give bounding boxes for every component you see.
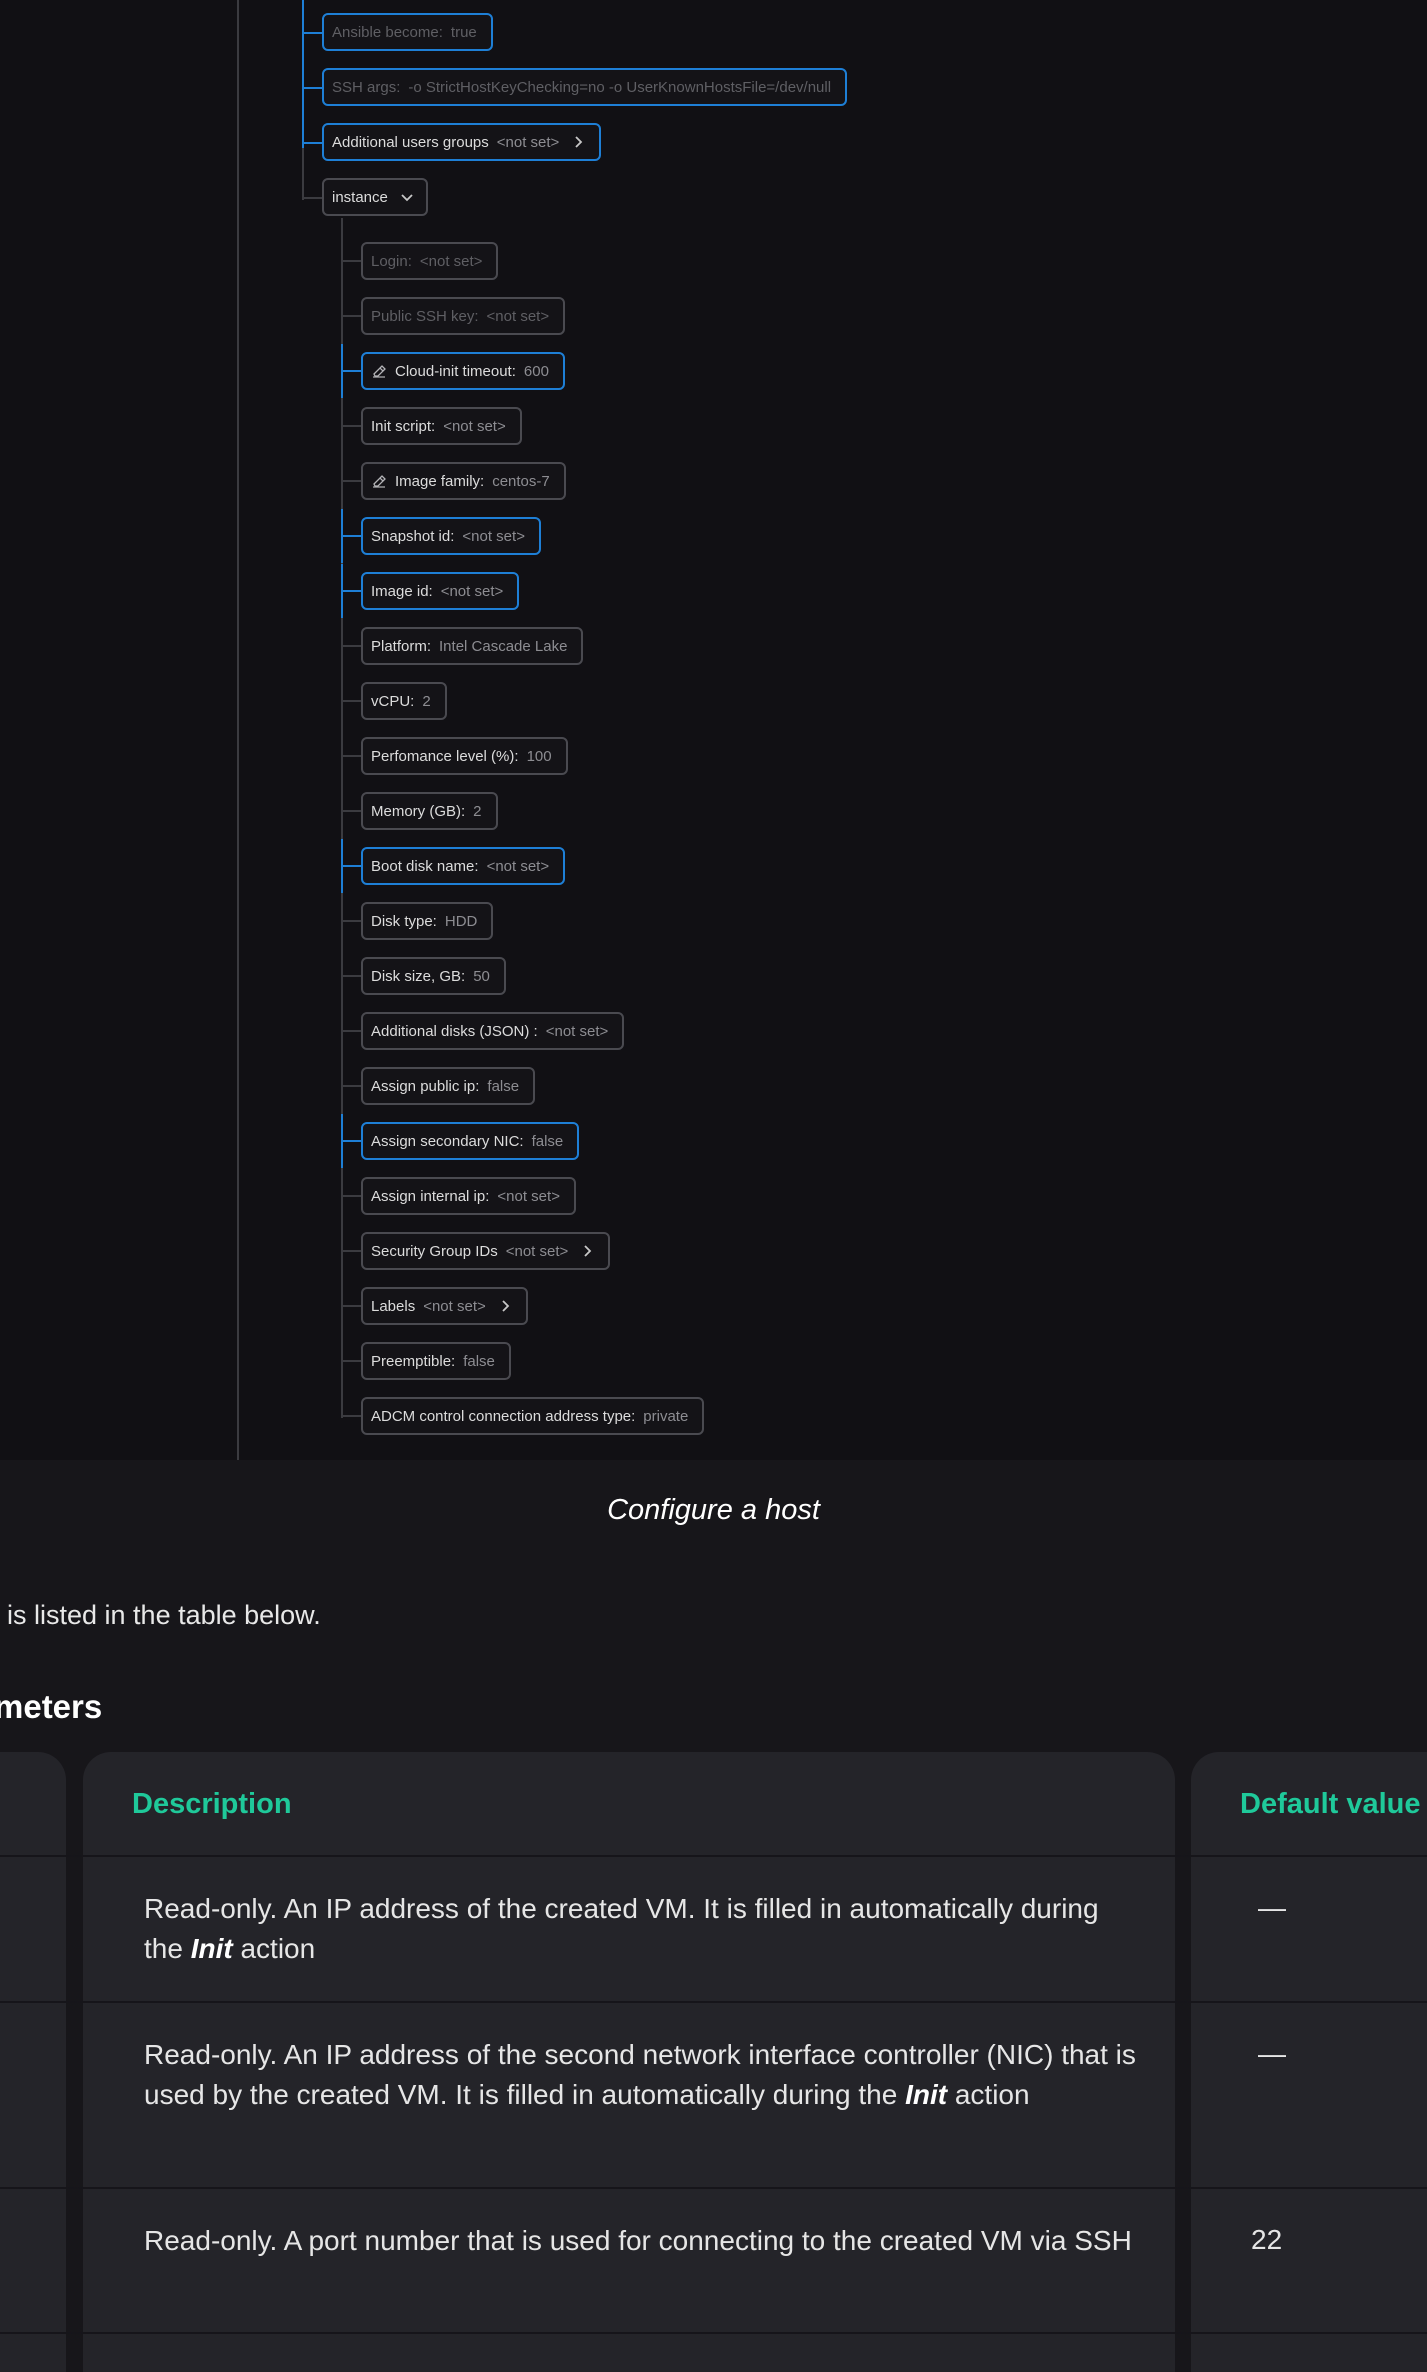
instance-item-public-ssh-key[interactable]: Public SSH key: <not set>: [361, 297, 566, 335]
instance-item-disk-size-gb[interactable]: Disk size, GB: 50: [361, 957, 506, 995]
panel-divider: [237, 0, 239, 1460]
item-label: Labels: [371, 1297, 416, 1315]
item-label: ADCM control connection address type:: [371, 1407, 636, 1425]
instance-item-disk-type[interactable]: Disk type: HDD: [361, 902, 494, 940]
table-row-1-default: —: [1258, 1892, 1286, 1923]
tree-trunk-highlight: [302, 0, 304, 148]
item-value: <not set>: [486, 307, 550, 325]
chevron-right-icon: [584, 1245, 592, 1257]
item-value: <not set>: [462, 527, 525, 545]
header-default-value: Default value: [1240, 1787, 1421, 1820]
table-row-1-description: Read-only. An IP address of the created …: [144, 1893, 1099, 1964]
config-tree-screenshot: Ansible become: true SSH args: -o StrictHo…: [0, 0, 1427, 1460]
item-label: Security Group IDs: [371, 1242, 498, 1260]
intro-paragraph: s is listed in the table below.: [0, 1600, 321, 1630]
item-label: Init script:: [371, 417, 436, 435]
chevron-right-icon: [575, 136, 583, 148]
item-label: Memory (GB):: [371, 802, 466, 820]
instance-item-platform[interactable]: Platform: Intel Cascade Lake: [361, 627, 584, 665]
table-row-3-description: Read-only. A port number that is used fo…: [144, 2225, 1132, 2256]
tree-trunk: [302, 148, 304, 200]
instance-item-vcpu[interactable]: vCPU: 2: [361, 682, 447, 720]
item-label: Image id:: [371, 582, 433, 600]
instance-item-snapshot-id[interactable]: Snapshot id: <not set>: [361, 517, 541, 555]
item-value: private: [643, 1407, 689, 1425]
instance-item-cloud-init-timeout[interactable]: Cloud-init timeout: 600: [361, 352, 565, 390]
instance-item-labels[interactable]: Labels <not set>: [361, 1287, 528, 1325]
item-label: Additional disks (JSON) :: [371, 1022, 538, 1040]
instance-item-boot-disk-name[interactable]: Boot disk name: <not set>: [361, 847, 566, 885]
item-label: Snapshot id:: [371, 527, 455, 545]
item-value: <not set>: [443, 417, 506, 435]
header-description: Description: [132, 1787, 292, 1820]
item-value: 2: [422, 692, 431, 710]
table-row-2-description: Read-only. An IP address of the second n…: [144, 2039, 1136, 2110]
item-label: Preemptible:: [371, 1352, 456, 1370]
item-value: <not set>: [545, 1022, 609, 1040]
table-column-name: [0, 1752, 66, 2372]
instance-item-assign-secondary-nic[interactable]: Assign secondary NIC: false: [361, 1122, 580, 1160]
item-value: false: [531, 1132, 564, 1150]
item-value: 50: [473, 967, 490, 985]
item-label: Cloud-init timeout:: [395, 362, 516, 380]
item-label: Platform:: [371, 637, 432, 655]
item-value: <not set>: [505, 1242, 569, 1260]
item-value: <not set>: [497, 1187, 560, 1205]
item-value: <not set>: [419, 252, 483, 270]
item-value: centos-7: [492, 472, 550, 490]
instance-trunk: [341, 218, 343, 1418]
item-value: 600: [523, 362, 549, 380]
item-label: Login:: [371, 252, 412, 270]
table-row-3-default: 22: [1251, 2224, 1283, 2255]
chevron-down-icon: [401, 194, 413, 202]
item-value: 2: [473, 802, 482, 820]
tree-item-ssh-args[interactable]: SSH args: -o StrictHostKeyChecking=no -o …: [322, 68, 848, 106]
item-value: <not set>: [486, 857, 550, 875]
eraser-icon: [373, 475, 386, 488]
instance-item-security-group-ids[interactable]: Security Group IDs <not set>: [361, 1232, 611, 1270]
figure-caption: Configure a host: [607, 1494, 820, 1526]
item-value: 100: [526, 747, 552, 765]
instance-item-memory-gb[interactable]: Memory (GB): 2: [361, 792, 498, 830]
instance-group-toggle[interactable]: instance: [322, 178, 428, 216]
section-heading: meters: [0, 1688, 103, 1725]
eraser-icon: [373, 365, 386, 378]
item-label: Assign secondary NIC:: [371, 1132, 524, 1150]
instance-item-adcm-control-connection-address-type[interactable]: ADCM control connection address type: pri…: [361, 1397, 705, 1435]
table-row-2-default: —: [1258, 2038, 1286, 2069]
item-value: false: [463, 1352, 495, 1370]
chevron-right-icon: [502, 1300, 510, 1312]
item-label: Assign public ip:: [371, 1077, 480, 1095]
tree-item-additional-users-groups[interactable]: Additional users groups <not set>: [322, 123, 602, 161]
item-value: Intel Cascade Lake: [439, 637, 568, 655]
instance-item-image-family[interactable]: Image family: centos-7: [361, 462, 566, 500]
item-label: Disk size, GB:: [371, 967, 466, 985]
item-value: HDD: [444, 912, 478, 930]
item-value: <not set>: [423, 1297, 486, 1315]
instance-item-assign-public-ip[interactable]: Assign public ip: false: [361, 1067, 536, 1105]
item-value: false: [487, 1077, 520, 1095]
tree-item-ansible-become[interactable]: Ansible become: true: [322, 13, 493, 51]
instance-item-image-id[interactable]: Image id: <not set>: [361, 572, 520, 610]
instance-item-perfomance-level[interactable]: Perfomance level (%): 100: [361, 737, 568, 775]
instance-item-init-script[interactable]: Init script: <not set>: [361, 407, 522, 445]
item-label: Assign internal ip:: [371, 1187, 490, 1205]
instance-item-assign-internal-ip[interactable]: Assign internal ip: <not set>: [361, 1177, 576, 1215]
item-label: Public SSH key:: [371, 307, 479, 325]
instance-item-preemptible[interactable]: Preemptible: false: [361, 1342, 511, 1380]
item-label: Boot disk name:: [371, 857, 479, 875]
item-label: vCPU:: [371, 692, 415, 710]
instance-item-login[interactable]: Login: <not set>: [361, 242, 499, 280]
item-label: Image family:: [395, 472, 485, 490]
instance-item-additional-disks-json[interactable]: Additional disks (JSON) : <not set>: [361, 1012, 625, 1050]
item-label: Disk type:: [371, 912, 437, 930]
item-label: Perfomance level (%):: [371, 747, 519, 765]
item-value: <not set>: [440, 582, 504, 600]
